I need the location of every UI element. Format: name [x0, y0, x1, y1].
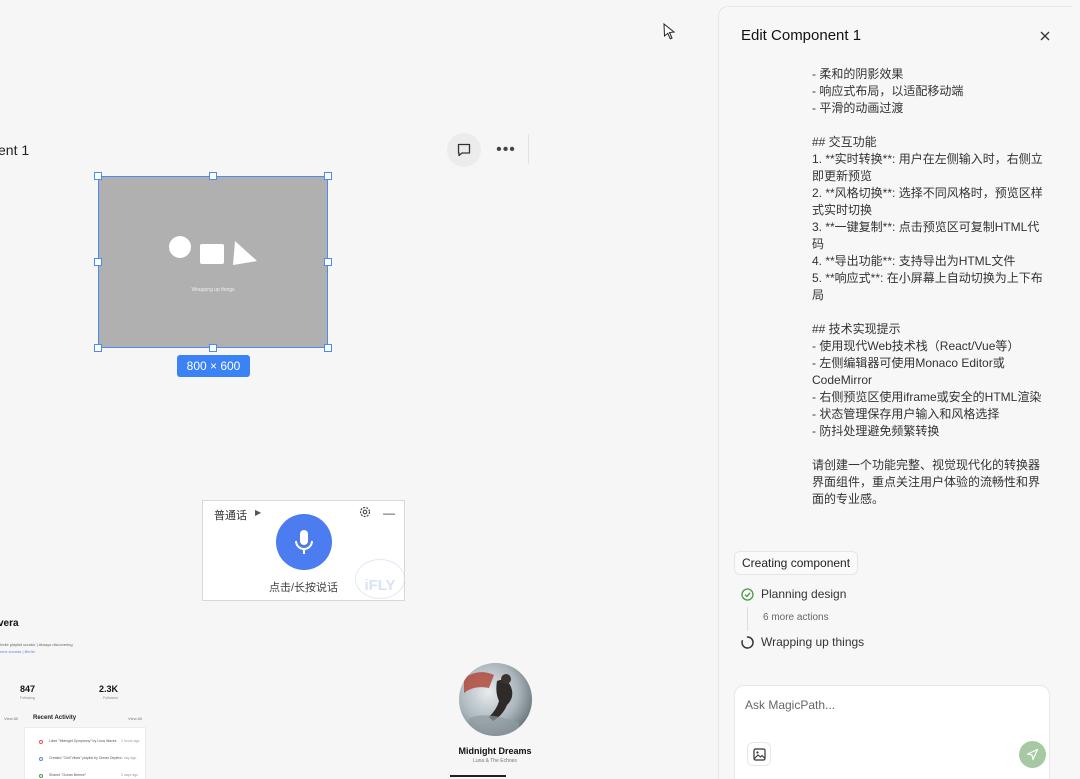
image-icon — [752, 747, 766, 761]
message-line: - 平滑的动画过渡 — [812, 101, 904, 115]
message-line: 4. **导出功能**: 支持导出为HTML文件 — [812, 254, 1016, 268]
profile-name: vera — [0, 618, 19, 629]
list-item[interactable]: Liked "Midnight Symphony" by Luna Waves … — [25, 738, 145, 748]
send-button[interactable] — [1019, 741, 1046, 768]
comment-button[interactable] — [447, 133, 481, 167]
step-label: Planning design — [761, 587, 847, 601]
album-art — [459, 663, 532, 736]
playlist-icon — [39, 757, 43, 761]
dimensions-badge: 800 × 600 — [177, 355, 250, 377]
close-button[interactable] — [1037, 28, 1053, 44]
list-item[interactable]: Shared "Ocean Breeze" 3 days ago — [25, 772, 145, 779]
language-select[interactable]: 普通话 — [214, 507, 247, 523]
profile-bio-link: new sounds | Berlin — [0, 649, 35, 654]
recent-activity-heading: Recent Activity — [33, 715, 77, 721]
placeholder-shapes-icon — [169, 236, 257, 265]
message-line: - 右侧预览区使用iframe或安全的HTML渲染 — [812, 390, 1042, 404]
ellipsis-icon: ••• — [496, 141, 516, 158]
more-actions-toggle[interactable]: 6 more actions — [763, 612, 829, 623]
caret-right-icon[interactable]: ▶ — [255, 508, 261, 517]
message-line: 3. **一键复制**: 点击预览区可复制HTML代码 — [812, 220, 1040, 251]
heart-icon — [39, 740, 43, 744]
share-icon — [39, 774, 43, 778]
stat-following-value: 847 — [20, 684, 36, 694]
edit-component-panel: Edit Component 1 - 柔和的阴影效果 - 响应式布局，以适配移动端… — [718, 6, 1072, 779]
comment-icon — [457, 143, 471, 157]
profile-bio: Indie playlist curator | Always discover… — [0, 642, 73, 647]
microphone-icon — [295, 530, 313, 554]
send-icon — [1026, 748, 1039, 761]
stat-following-label: Following — [20, 696, 35, 700]
more-options-button[interactable]: ••• — [490, 133, 522, 167]
progress-bar[interactable] — [450, 775, 506, 777]
message-line: - 响应式布局，以适配移动端 — [812, 84, 964, 98]
message-line: - 使用现代Web技术栈（React/Vue等） — [812, 339, 1020, 353]
design-canvas[interactable]: ent 1 ••• Wrapping up things 800 × 600 普… — [0, 0, 718, 779]
selected-component-frame[interactable]: Wrapping up things — [94, 172, 332, 352]
close-icon — [1040, 31, 1050, 41]
resize-handle[interactable] — [209, 344, 217, 352]
resize-handle[interactable] — [209, 172, 217, 180]
voice-input-widget: 普通话 ▶ — 点击/长按说话 iFLY — [202, 500, 405, 601]
message-line: - 柔和的阴影效果 — [812, 67, 904, 81]
music-card[interactable]: Midnight Dreams Luna & The Echoes — [440, 660, 550, 779]
resize-handle[interactable] — [324, 258, 332, 266]
prompt-message: - 柔和的阴影效果 - 响应式布局，以适配移动端 - 平滑的动画过渡 ## 交互功能 1… — [812, 66, 1044, 508]
view-all-link[interactable]: View All — [4, 716, 18, 721]
resize-handle[interactable] — [94, 258, 102, 266]
cursor-icon — [663, 22, 676, 40]
ifly-logo: iFLY — [355, 559, 404, 599]
activity-list: Liked "Midnight Symphony" by Luna Waves … — [24, 727, 146, 779]
message-line: - 状态管理保存用户输入和风格选择 — [812, 407, 1000, 421]
check-circle-icon — [741, 587, 754, 601]
spinner-icon — [741, 635, 754, 649]
timeline-line — [747, 607, 748, 631]
step-label: Wrapping up things — [761, 635, 865, 649]
song-title: Midnight Dreams — [458, 746, 532, 756]
step-planning-design: Planning design — [741, 587, 846, 601]
step-wrapping-up: Wrapping up things — [741, 635, 864, 649]
message-line: ## 交互功能 — [812, 135, 877, 149]
message-line: 1. **实时转换**: 用户在左侧输入时，右侧立即更新预览 — [812, 152, 1043, 183]
minimize-icon[interactable]: — — [383, 506, 395, 520]
message-line: 2. **风格切换**: 选择不同风格时，预览区样式实时切换 — [812, 186, 1043, 217]
creating-component-label: Creating component — [734, 551, 859, 575]
message-line: 请创建一个功能完整、视觉现代化的转换器界面组件，重点关注用户体验的流畅性和界面的… — [812, 458, 1041, 506]
panel-title: Edit Component 1 — [741, 27, 862, 44]
message-gap — [812, 440, 1044, 457]
message-line: - 防抖处理避免频繁转换 — [812, 424, 940, 438]
list-item[interactable]: Created "Chill Vibes" playlist by Ocean … — [25, 755, 145, 765]
placeholder-text: Wrapping up things — [191, 287, 235, 293]
ask-input[interactable] — [745, 696, 1035, 714]
chat-input-box — [734, 685, 1050, 779]
message-gap — [812, 304, 1044, 321]
resize-handle[interactable] — [324, 344, 332, 352]
resize-handle[interactable] — [94, 172, 102, 180]
gear-icon[interactable] — [359, 506, 371, 518]
profile-preview[interactable]: vera Indie playlist curator | Always dis… — [0, 610, 160, 779]
message-line: 5. **响应式**: 在小屏幕上自动切换为上下布局 — [812, 271, 1043, 302]
message-line: ## 技术实现提示 — [812, 322, 901, 336]
microphone-button[interactable] — [276, 514, 332, 570]
attach-image-button[interactable] — [747, 742, 771, 766]
stat-followers-value: 2.3K — [99, 684, 119, 694]
component-label[interactable]: ent 1 — [0, 142, 29, 158]
resize-handle[interactable] — [94, 344, 102, 352]
message-gap — [812, 117, 1044, 134]
divider — [528, 134, 529, 164]
message-line: - 左侧编辑器可使用Monaco Editor或CodeMirror — [812, 356, 1005, 387]
song-artist: Luna & The Echoes — [473, 758, 517, 764]
view-all-link[interactable]: View All — [128, 716, 142, 721]
resize-handle[interactable] — [324, 172, 332, 180]
stat-followers-label: Followers — [103, 696, 118, 700]
